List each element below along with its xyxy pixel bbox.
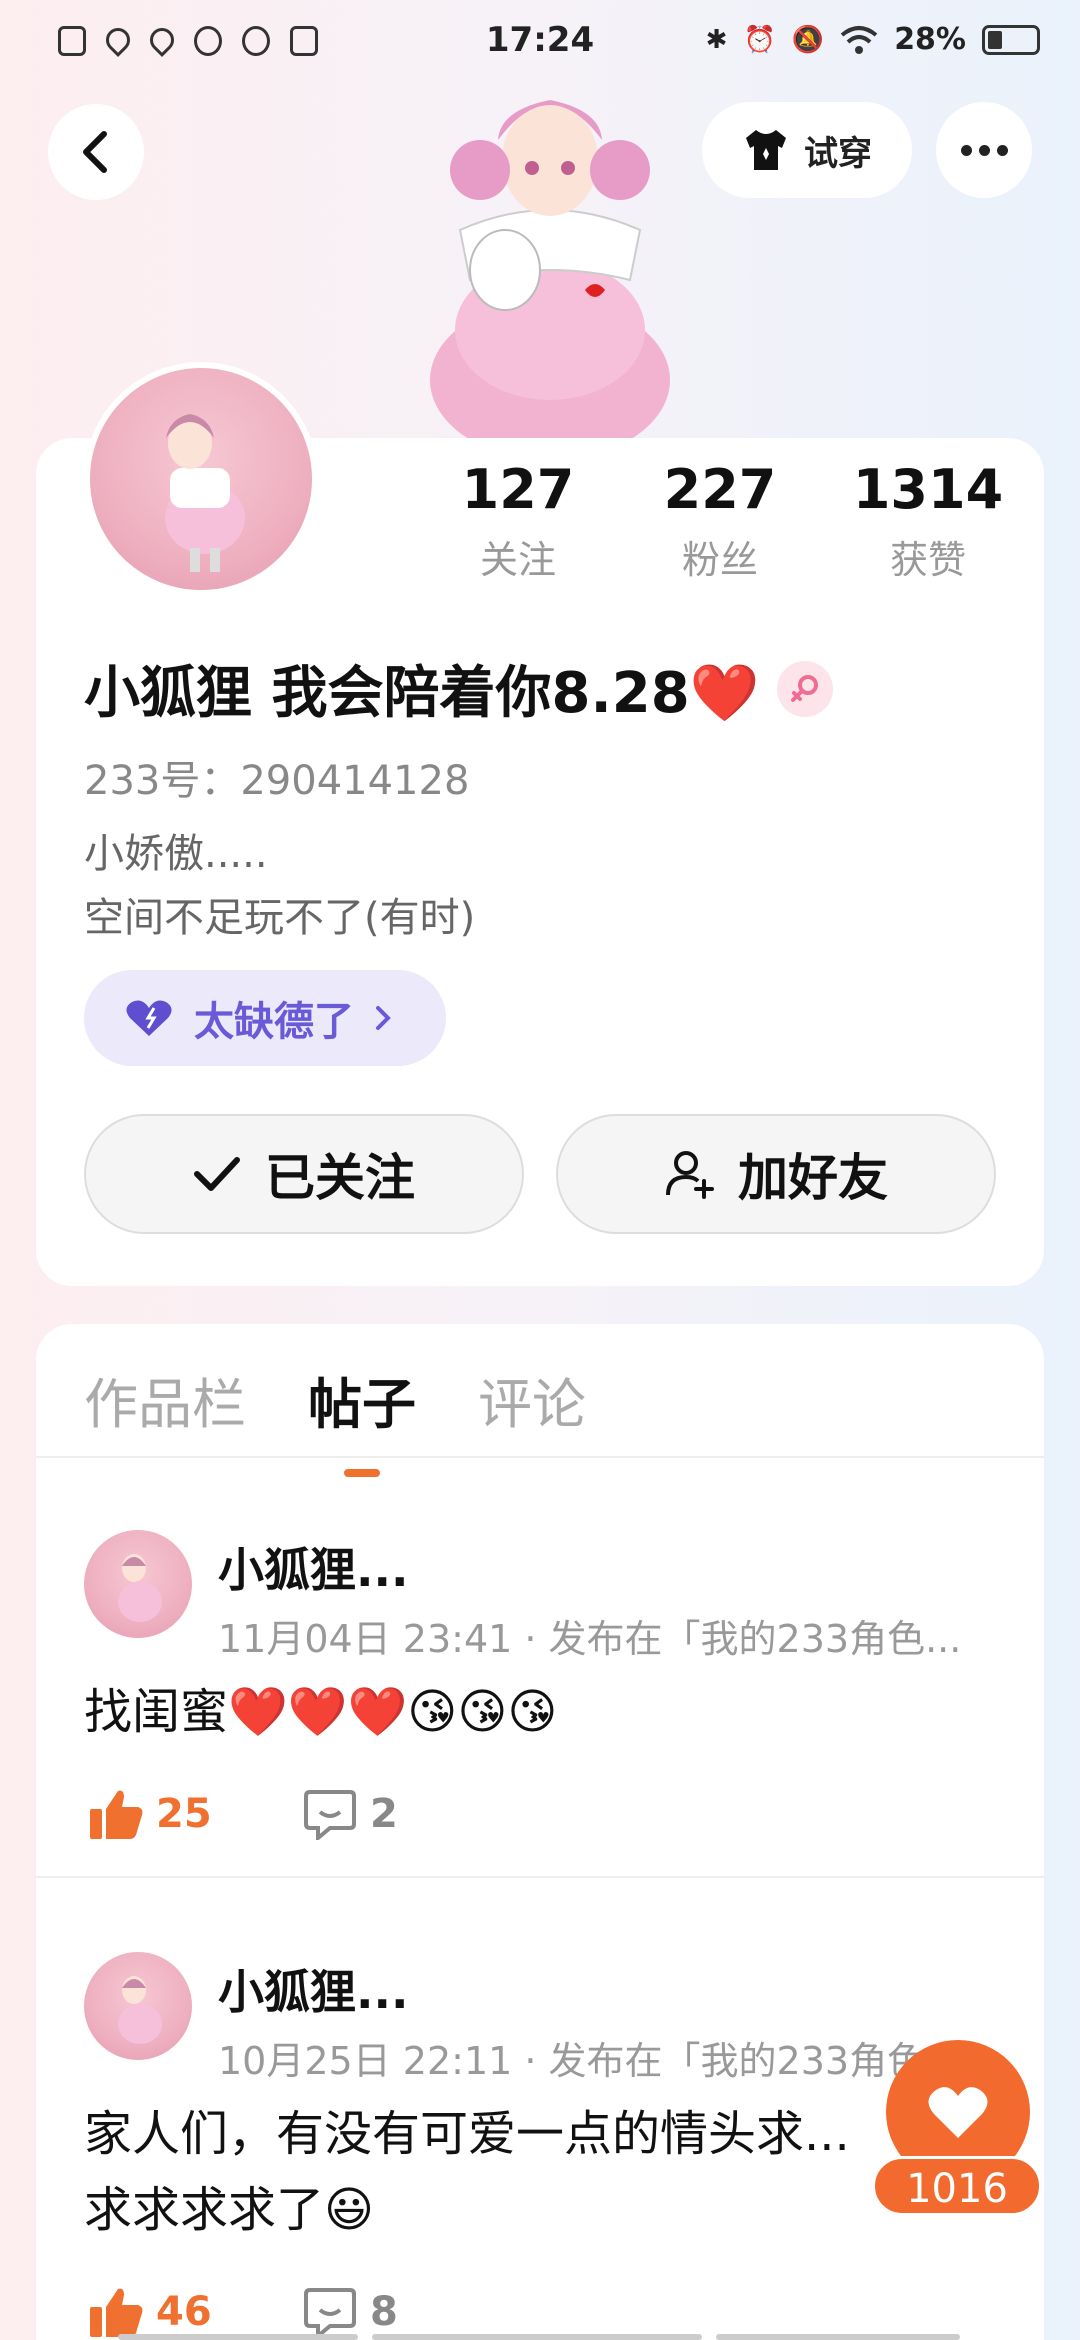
post-actions: 25 2 [90,1788,398,1840]
post-author[interactable]: 小狐狸... [218,1956,408,2022]
add-friend-label: 加好友 [738,1149,888,1207]
scroll-indicator [118,2334,358,2340]
shirt-icon [746,130,786,170]
stat-following-value: 127 [461,458,575,521]
like-count: 25 [156,1791,212,1837]
thumbs-up-icon[interactable] [90,1789,144,1839]
check-icon [194,1157,240,1191]
mute-icon: 🔕 [791,24,825,55]
following-label: 已关注 [265,1149,415,1207]
post-avatar[interactable] [84,1530,192,1638]
tab-works[interactable]: 作品栏 [84,1360,246,1439]
post-text: 家人们，有没有可爱一点的情头求... 求求求求了😃 [84,2106,850,2238]
alarm-icon: ⏰ [743,24,776,55]
heart-icon [126,1000,172,1036]
tab-underline [344,1469,380,1477]
stat-following[interactable]: 127 关注 [418,458,618,584]
more-options-button[interactable] [936,102,1032,198]
tag-badge[interactable]: 太缺德了 [84,970,446,1066]
female-icon [777,660,834,717]
tab-comments[interactable]: 评论 [478,1360,586,1439]
tab-posts-label: 帖子 [308,1373,416,1436]
try-on-label: 试穿 [804,133,872,174]
profile-bio: 小娇傲..... 空间不足玩不了(有时) [84,822,475,950]
stat-likes-value: 1314 [852,458,1004,521]
comment-count: 2 [370,1791,398,1837]
try-on-button[interactable]: 试穿 [702,102,912,198]
battery-percent: 28% [894,22,966,57]
floating-like-button[interactable]: 1016 [872,2040,1042,2222]
back-button[interactable] [48,104,144,200]
stat-likes: 1314 获赞 [828,458,1028,584]
status-bar-right: ✱ ⏰ 🔕 28% [706,22,1040,57]
stat-following-label: 关注 [479,538,556,582]
comment-icon[interactable] [304,1788,356,1840]
stat-followers-label: 粉丝 [681,538,758,582]
post-meta: 11月04日 23:41 · 发布在「我的233角色... [218,1617,962,1661]
chevron-left-icon [83,131,107,173]
stat-likes-label: 获赞 [889,538,966,582]
status-bar: 17:24 ✱ ⏰ 🔕 28% [0,0,1080,84]
scroll-indicator [372,2334,702,2340]
profile-name-row: 小狐狸 我会陪着你8.28❤️ [84,648,834,729]
bio-line: 空间不足玩不了(有时) [84,895,476,941]
more-icon [960,144,972,156]
avatar-character-figure [400,80,700,460]
user-id: 233号：290414128 [84,758,470,804]
comment-count: 8 [370,2289,398,2335]
comment-icon[interactable] [304,2286,356,2338]
post-author[interactable]: 小狐狸... [218,1534,408,1600]
more-icon-dot [996,144,1008,156]
profile-tabs: 作品栏 帖子 评论 [84,1360,586,1477]
tab-divider [36,1456,1044,1458]
post-text: 找闺蜜❤️❤️❤️😘😘😘 [84,1684,558,1740]
profile-name: 小狐狸 我会陪着你8.28❤️ [84,661,760,726]
post-avatar[interactable] [84,1952,192,2060]
scroll-indicator [716,2334,960,2340]
tag-label: 太缺德了 [194,999,354,1045]
bio-line: 小娇傲..... [84,831,268,877]
add-friend-button[interactable]: 加好友 [556,1114,996,1234]
battery-icon [982,24,1040,55]
stat-followers-value: 227 [663,458,777,521]
stat-followers[interactable]: 227 粉丝 [620,458,820,584]
heart-icon [928,2087,988,2138]
post-actions: 46 8 [90,2286,398,2338]
tab-posts[interactable]: 帖子 [308,1360,416,1477]
bluetooth-icon: ✱ [705,24,728,55]
like-count: 46 [156,2289,212,2335]
post-divider [36,1876,1044,1878]
wifi-icon [840,25,878,54]
more-icon-dot [978,144,990,156]
avatar[interactable] [84,362,318,596]
like-total-count: 1016 [872,2156,1042,2216]
add-user-icon [666,1151,714,1199]
chevron-right-icon [376,1006,391,1030]
following-button[interactable]: 已关注 [84,1114,524,1234]
thumbs-up-icon[interactable] [90,2287,144,2337]
